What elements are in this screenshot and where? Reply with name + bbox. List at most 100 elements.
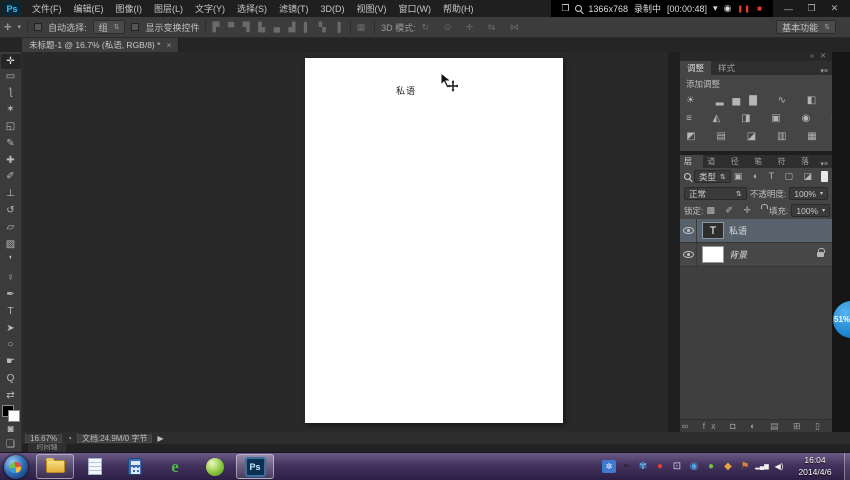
menu-view[interactable]: 视图(V) — [351, 2, 393, 15]
background-color-swatch[interactable] — [8, 410, 20, 422]
canvas-text-layer[interactable]: 私语 — [396, 84, 416, 97]
lang-icon[interactable]: ➣ — [619, 460, 633, 474]
collapse-panels-icon[interactable]: « — [810, 53, 816, 60]
workspace-switcher[interactable]: 基本功能 ⇅ — [776, 20, 836, 34]
status-arrow-icon[interactable]: ▶ — [157, 434, 163, 443]
recorder-tray-icon[interactable]: ● — [653, 460, 667, 474]
display-icon[interactable]: ⊡ — [670, 460, 684, 474]
layer-row-background[interactable]: 背景 — [680, 243, 832, 267]
visibility-cell[interactable] — [680, 243, 697, 266]
panel-menu-icon[interactable]: ▾≡ — [820, 160, 832, 168]
fill-dropdown[interactable]: 100% ▾ — [791, 204, 830, 217]
menu-file[interactable]: 文件(F) — [26, 2, 68, 15]
show-desktop-button[interactable] — [844, 453, 850, 480]
tab-channels[interactable]: 通道 — [703, 155, 726, 168]
show-transform-checkbox[interactable] — [131, 23, 139, 31]
tab-timeline[interactable]: 时间轴 — [28, 444, 66, 452]
eye-icon[interactable] — [683, 251, 694, 258]
tab-character[interactable]: 字符 — [774, 155, 797, 168]
quick-mask-button[interactable]: ◙ — [7, 422, 13, 437]
network-icon[interactable]: ▂▄▆ — [755, 460, 769, 474]
panel-close-icon[interactable]: ✕ — [820, 53, 828, 60]
antivirus-icon[interactable]: ● — [704, 460, 718, 474]
align-buttons[interactable]: ▛ ▀ ▜ ▙ ▄ ▟ ▌ ▚ ▐ — [212, 22, 343, 33]
menu-3d[interactable]: 3D(D) — [315, 4, 351, 14]
flag-icon[interactable]: ⚑ — [738, 460, 752, 474]
screen-recorder-overlay: ❐ 1366x768 录制中 [00:00:48] ▾ ◉ ❚❚ ■ — [551, 0, 773, 17]
color-swatches[interactable] — [1, 405, 21, 422]
taskbar-explorer[interactable] — [36, 454, 74, 479]
menu-filter[interactable]: 滤镜(T) — [273, 2, 315, 15]
auto-select-dropdown[interactable]: 组 ⇅ — [93, 20, 126, 34]
document-tab[interactable]: 未标题-1 @ 16.7% (私语, RGB/8) * × — [22, 38, 179, 52]
tab-brush[interactable]: 画笔 — [750, 155, 773, 168]
adjustment-icons-row3[interactable]: ◩ ▤ ◪ ▥ ▦ — [686, 128, 826, 146]
3d-mode-buttons[interactable]: ↻ ⊙ ✛ ⇆ ⋈ — [422, 22, 525, 33]
filter-type-dropdown[interactable]: 类型 ⇅ — [694, 170, 731, 183]
taskbar-calculator[interactable] — [116, 454, 154, 479]
recorder-stop-button[interactable]: ■ — [757, 4, 763, 13]
layer-name[interactable]: 私语 — [729, 224, 747, 237]
blend-mode-dropdown[interactable]: 正常 ⇅ — [684, 187, 747, 200]
shield-icon[interactable]: ◆ — [721, 460, 735, 474]
canvas-area[interactable]: 私语 — [22, 52, 668, 432]
close-button[interactable]: ✕ — [825, 3, 844, 14]
minimize-button[interactable]: — — [779, 4, 798, 14]
ime-icon[interactable]: ✲ — [602, 460, 616, 473]
layer-row-text[interactable]: T 私语 — [680, 219, 832, 243]
menu-window[interactable]: 窗口(W) — [393, 2, 438, 15]
layers-panel-buttons[interactable]: ∞ fx ◘ ◐ ▤ ⊞ ▯ — [680, 419, 832, 432]
restore-button[interactable]: ❐ — [802, 3, 821, 14]
window-controls: — ❐ ✕ — [773, 0, 850, 17]
taskbar-ie-browser[interactable]: e — [156, 454, 194, 479]
tool-preset-caret-icon[interactable]: ▾ — [18, 23, 22, 31]
adjustment-icons-row2[interactable]: ≡ ◭ ◨ ▣ ◉ ⊞ — [686, 110, 826, 128]
tab-styles[interactable]: 样式 — [711, 61, 742, 75]
recorder-camera-icon[interactable]: ◉ — [724, 3, 732, 14]
document-canvas[interactable]: 私语 — [305, 58, 563, 423]
menu-help[interactable]: 帮助(H) — [437, 2, 480, 15]
visibility-cell[interactable] — [680, 219, 697, 242]
menu-type[interactable]: 文字(Y) — [189, 2, 231, 15]
recorder-zoom-icon[interactable] — [575, 5, 582, 12]
tab-close-icon[interactable]: × — [166, 40, 171, 50]
move-tool-button[interactable]: ✛ — [1, 54, 21, 69]
swap-colors-icon[interactable]: ⇄ — [6, 388, 14, 403]
text-layer-thumbnail[interactable]: T — [702, 222, 724, 239]
recorder-window-icon[interactable]: ❐ — [561, 3, 569, 14]
clock-time: 16:04 — [788, 455, 842, 466]
filter-toggle-switch[interactable] — [821, 171, 828, 182]
screen-mode-button[interactable]: ❏ — [6, 437, 15, 452]
start-button[interactable] — [4, 455, 28, 479]
tab-adjustments[interactable]: 调整 — [680, 61, 711, 75]
menu-layer[interactable]: 图层(L) — [148, 2, 189, 15]
filter-kind-buttons[interactable]: ▣ ◐ T ▢ ◪ — [734, 171, 816, 182]
background-layer-thumbnail[interactable] — [702, 246, 724, 263]
tab-paths[interactable]: 路径 — [727, 155, 750, 168]
auto-select-checkbox[interactable] — [34, 23, 42, 31]
tool-buttons[interactable]: ▭ ƪ ✶ ◱ ✎ ✚ ✐ ⊥ ↺ ▱ ▨ ❜ ♀ ✒ T ➤ ○ ☛ Q — [6, 69, 15, 388]
floating-percent-ball[interactable]: 51% — [833, 301, 850, 338]
taskbar-photoshop[interactable]: Ps — [236, 454, 274, 479]
lock-buttons[interactable]: ▩ ✐ ✛ — [706, 205, 755, 216]
menu-edit[interactable]: 编辑(E) — [68, 2, 110, 15]
tab-layers[interactable]: 图层 — [680, 155, 703, 168]
globe-icon[interactable]: ◉ — [687, 460, 701, 474]
opacity-dropdown[interactable]: 100% ▾ — [789, 187, 828, 200]
menu-image[interactable]: 图像(I) — [110, 2, 149, 15]
taskbar-maxthon-browser[interactable] — [196, 454, 234, 479]
recorder-pause-button[interactable]: ❚❚ — [737, 5, 751, 13]
volume-icon[interactable]: ◀) — [772, 460, 786, 474]
tab-paragraph[interactable]: 段落 — [797, 155, 820, 168]
recorder-dropdown-icon[interactable]: ▾ — [713, 3, 718, 14]
menu-select[interactable]: 选择(S) — [231, 2, 273, 15]
layer-name[interactable]: 背景 — [729, 248, 747, 261]
auto-align-icon[interactable]: ▦ — [357, 22, 369, 33]
zoom-level-field[interactable]: 16.67% — [25, 433, 62, 443]
panel-menu-icon[interactable]: ▾≡ — [820, 67, 832, 75]
adjustment-icons-row1[interactable]: ☀ ▂▅▇ ∿ ◧ ▽ — [686, 92, 826, 110]
eye-icon[interactable] — [683, 227, 694, 234]
qq-icon[interactable]: ✾ — [636, 460, 650, 474]
taskbar-notepad[interactable] — [76, 454, 114, 479]
taskbar-clock[interactable]: 16:04 2014/4/6 — [788, 455, 842, 477]
